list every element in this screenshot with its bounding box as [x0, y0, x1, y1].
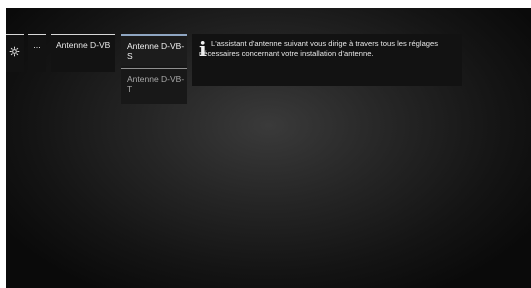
submenu-item-label: Antenne D-VB-T — [127, 74, 185, 94]
more-menu-tile[interactable]: ... — [28, 34, 46, 72]
info-text: L'assistant d'antenne suivant vous dirig… — [199, 39, 439, 58]
submenu-item-dvb-t[interactable]: Antenne D-VB-T — [121, 68, 187, 102]
submenu-item-label: Antenne D-VB-S — [127, 41, 185, 61]
gear-icon — [9, 46, 20, 57]
more-label: ... — [33, 40, 41, 50]
settings-menu-tile[interactable] — [6, 34, 24, 72]
info-panel: i L'assistant d'antenne suivant vous dir… — [192, 34, 462, 86]
antenna-submenu: Antenne D-VB-S Antenne D-VB-T — [121, 34, 187, 104]
antenna-menu-tile[interactable]: Antenne D-VB — [51, 34, 115, 72]
antenna-menu-label: Antenne D-VB — [56, 40, 111, 50]
submenu-item-dvb-s[interactable]: Antenne D-VB-S — [121, 34, 187, 66]
tv-menu-screen: ... Antenne D-VB Antenne D-VB-S Antenne … — [6, 8, 531, 288]
